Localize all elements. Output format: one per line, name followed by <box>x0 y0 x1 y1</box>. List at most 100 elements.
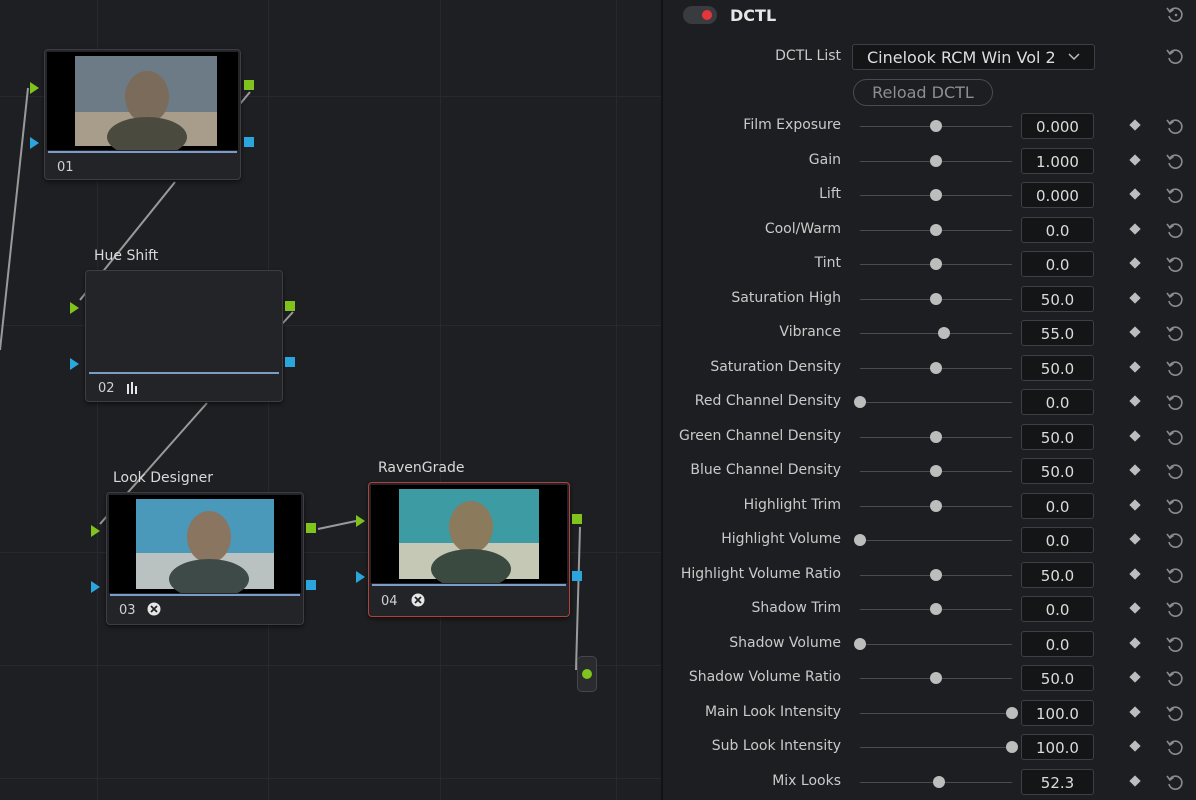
param-slider-track[interactable] <box>860 747 1012 748</box>
node-03[interactable]: 03 <box>106 492 304 625</box>
keyframe-diamond-icon[interactable] <box>1129 291 1141 304</box>
rgb-input-port[interactable] <box>30 82 39 94</box>
param-value-field[interactable]: 0.0 <box>1021 630 1094 657</box>
alpha-output-port[interactable] <box>306 580 316 590</box>
param-slider-knob[interactable] <box>930 568 942 581</box>
output-port[interactable] <box>582 669 592 679</box>
alpha-input-port[interactable] <box>70 358 79 370</box>
keyframe-diamond-icon[interactable] <box>1129 671 1141 683</box>
param-slider-knob[interactable] <box>930 120 942 132</box>
reset-icon[interactable] <box>1166 117 1184 135</box>
node-02[interactable]: 02 <box>85 270 283 402</box>
param-slider-knob[interactable] <box>854 534 866 546</box>
reset-icon[interactable] <box>1166 324 1184 342</box>
keyframe-diamond-icon[interactable] <box>1129 464 1141 476</box>
param-value-field[interactable]: 50.0 <box>1021 665 1094 691</box>
keyframe-diamond-icon[interactable] <box>1129 119 1141 131</box>
param-slider-knob[interactable] <box>1006 706 1018 719</box>
param-slider-knob[interactable] <box>930 258 942 270</box>
alpha-input-port[interactable] <box>91 581 100 593</box>
param-value-field[interactable]: 50.0 <box>1021 354 1094 381</box>
reload-dctl-button[interactable]: Reload DCTL <box>853 79 993 106</box>
reset-icon[interactable] <box>1166 359 1184 377</box>
param-slider-knob[interactable] <box>854 396 866 408</box>
rgb-output-port[interactable] <box>285 301 295 311</box>
param-slider-track[interactable] <box>860 643 1012 645</box>
param-value-field[interactable]: 100.0 <box>1021 699 1094 726</box>
param-slider-knob[interactable] <box>930 154 942 167</box>
reset-icon[interactable] <box>1166 669 1184 687</box>
reset-icon[interactable] <box>1166 635 1184 653</box>
reset-icon[interactable] <box>1166 462 1184 480</box>
node-graph[interactable]: 01 Hue Shift 02 Look Designer 03 RavenGr… <box>0 0 661 800</box>
param-value-field[interactable]: 0.0 <box>1021 251 1094 277</box>
output-node[interactable] <box>577 656 597 692</box>
node-04[interactable]: 04 <box>368 482 570 617</box>
keyframe-diamond-icon[interactable] <box>1129 360 1141 373</box>
param-value-field[interactable]: 50.0 <box>1021 423 1094 450</box>
param-value-field[interactable]: 0.0 <box>1021 389 1094 415</box>
keyframe-diamond-icon[interactable] <box>1129 533 1141 545</box>
keyframe-diamond-icon[interactable] <box>1129 257 1141 269</box>
alpha-output-port[interactable] <box>572 571 582 581</box>
keyframe-diamond-icon[interactable] <box>1129 774 1141 787</box>
reset-icon[interactable] <box>1166 290 1184 308</box>
reset-all-icon[interactable] <box>1166 5 1184 23</box>
alpha-input-port[interactable] <box>356 571 365 583</box>
alpha-output-port[interactable] <box>285 357 295 367</box>
param-value-field[interactable]: 50.0 <box>1021 285 1094 312</box>
keyframe-diamond-icon[interactable] <box>1129 567 1141 580</box>
param-slider-knob[interactable] <box>930 465 942 477</box>
keyframe-diamond-icon[interactable] <box>1129 602 1141 614</box>
alpha-output-port[interactable] <box>244 137 254 147</box>
keyframe-diamond-icon[interactable] <box>1129 395 1141 407</box>
param-value-field[interactable]: 55.0 <box>1021 320 1094 346</box>
param-slider-knob[interactable] <box>933 775 945 788</box>
param-slider-track[interactable] <box>860 402 1012 403</box>
keyframe-diamond-icon[interactable] <box>1129 222 1141 235</box>
keyframe-diamond-icon[interactable] <box>1129 153 1141 166</box>
param-value-field[interactable]: 1.000 <box>1021 147 1094 174</box>
param-value-field[interactable]: 0.0 <box>1021 216 1094 243</box>
reset-icon[interactable] <box>1166 393 1184 411</box>
param-slider-knob[interactable] <box>930 430 942 443</box>
reset-icon[interactable] <box>1166 600 1184 618</box>
reset-icon[interactable] <box>1166 47 1184 65</box>
param-slider-knob[interactable] <box>930 292 942 305</box>
param-slider-track[interactable] <box>860 712 1012 714</box>
reset-icon[interactable] <box>1166 255 1184 273</box>
keyframe-diamond-icon[interactable] <box>1129 498 1141 511</box>
reset-icon[interactable] <box>1166 531 1184 549</box>
param-slider-knob[interactable] <box>930 223 942 236</box>
param-value-field[interactable]: 0.0 <box>1021 596 1094 622</box>
param-slider-knob[interactable] <box>854 637 866 650</box>
keyframe-diamond-icon[interactable] <box>1129 188 1141 200</box>
param-value-field[interactable]: 0.000 <box>1021 182 1094 208</box>
param-slider-knob[interactable] <box>930 189 942 201</box>
reset-icon[interactable] <box>1166 773 1184 791</box>
reset-icon[interactable] <box>1166 738 1184 756</box>
param-slider-knob[interactable] <box>938 327 950 339</box>
param-slider-track[interactable] <box>860 540 1012 541</box>
param-slider-knob[interactable] <box>1006 741 1018 753</box>
param-value-field[interactable]: 50.0 <box>1021 561 1094 588</box>
reset-icon[interactable] <box>1166 704 1184 722</box>
dctl-list-dropdown[interactable]: Cinelook RCM Win Vol 2 <box>852 44 1095 70</box>
rgb-output-port[interactable] <box>572 514 582 524</box>
keyframe-diamond-icon[interactable] <box>1129 740 1141 752</box>
param-value-field[interactable]: 0.0 <box>1021 492 1094 519</box>
param-value-field[interactable]: 100.0 <box>1021 734 1094 760</box>
param-slider-knob[interactable] <box>930 672 942 684</box>
alpha-input-port[interactable] <box>30 137 39 149</box>
reset-icon[interactable] <box>1166 152 1184 170</box>
reset-icon[interactable] <box>1166 497 1184 515</box>
param-slider-knob[interactable] <box>930 499 942 512</box>
param-slider-knob[interactable] <box>930 361 942 374</box>
reset-icon[interactable] <box>1166 186 1184 204</box>
param-slider-knob[interactable] <box>930 603 942 615</box>
reset-icon[interactable] <box>1166 566 1184 584</box>
rgb-output-port[interactable] <box>306 523 316 533</box>
param-value-field[interactable]: 0.0 <box>1021 527 1094 553</box>
keyframe-diamond-icon[interactable] <box>1129 636 1141 649</box>
keyframe-diamond-icon[interactable] <box>1129 705 1141 718</box>
